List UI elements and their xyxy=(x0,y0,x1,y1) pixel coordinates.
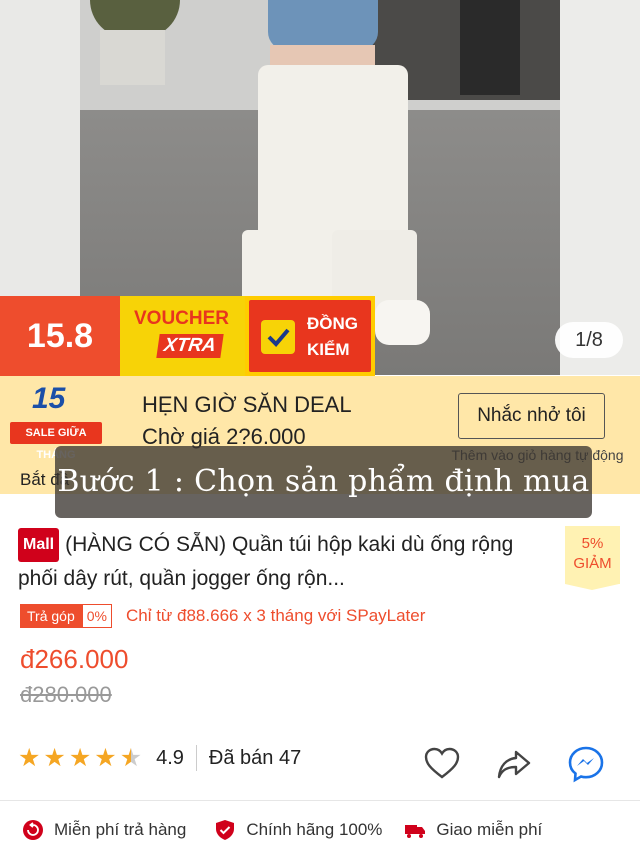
xtra-label: XTRA xyxy=(156,334,224,358)
star-icon: ★ xyxy=(94,744,117,772)
voucher-label: VOUCHER xyxy=(134,308,230,329)
shield-check-icon xyxy=(216,820,235,840)
promo-strip: 15.8 VOUCHER XTRA ĐỒNG KIỂM xyxy=(0,296,375,376)
return-icon xyxy=(23,820,43,840)
benefit-authentic[interactable]: Chính hãng 100% xyxy=(214,819,382,841)
rating-row[interactable]: ★ ★ ★ ★ ★ 4.9 Đã bán 47 xyxy=(18,743,301,773)
rating-stars: ★ ★ ★ ★ ★ xyxy=(18,743,142,773)
installment-rate: 0% xyxy=(81,604,112,628)
remind-me-button[interactable]: Nhắc nhở tôi xyxy=(458,393,605,439)
inspection-label-2: KIỂM xyxy=(307,340,350,359)
deal-title: HẸN GIỜ SĂN DEAL xyxy=(142,392,352,417)
truck-icon xyxy=(405,825,426,838)
benefit-free-return[interactable]: Miễn phí trả hàng xyxy=(22,819,186,841)
photo-planter xyxy=(100,30,165,85)
mall-badge: Mall xyxy=(18,528,60,562)
share-icon[interactable] xyxy=(494,744,534,784)
inspection-badge: ĐỒNG KIỂM xyxy=(245,296,375,376)
photo-shoe xyxy=(375,300,430,345)
promo-date: 15.8 xyxy=(0,296,120,376)
inspection-label-1: ĐỒNG xyxy=(307,314,358,333)
product-title: Mall (HÀNG CÓ SẴN) Quần túi hộp kaki dù ố… xyxy=(18,528,558,594)
step-caption-overlay: Bước 1 : Chọn sản phẩm định mua xyxy=(55,446,592,518)
star-icon: ★ xyxy=(68,744,92,772)
star-icon: ★ xyxy=(18,744,41,772)
product-name: (HÀNG CÓ SẴN) Quần túi hộp kaki dù ống r… xyxy=(18,533,514,590)
installment-offer[interactable]: Trả góp 0% Chỉ từ đ88.666 x 3 tháng với … xyxy=(20,604,425,628)
divider xyxy=(195,745,197,771)
photo-background xyxy=(560,0,640,375)
checkmark-icon xyxy=(261,320,295,354)
image-counter: 1/8 xyxy=(555,322,623,358)
half-star-icon: ★ xyxy=(119,744,143,772)
photo-top xyxy=(268,0,378,50)
voucher-xtra-badge: VOUCHER XTRA xyxy=(120,296,245,376)
installment-tag: Trả góp xyxy=(20,604,82,628)
star-icon: ★ xyxy=(43,744,66,772)
discount-badge: 5% GIẢM xyxy=(565,526,620,590)
installment-text: Chỉ từ đ88.666 x 3 tháng với SPayLater xyxy=(125,606,426,625)
messenger-icon[interactable] xyxy=(566,744,606,784)
original-price: đ280.000 xyxy=(20,682,112,707)
sold-count: Đã bán 47 xyxy=(208,746,302,769)
current-price: đ266.000 xyxy=(20,644,129,674)
rating-score: 4.9 xyxy=(156,746,184,769)
heart-icon[interactable] xyxy=(422,744,462,784)
mid-month-sale-logo: 15 SALE GIỮA THÁNG xyxy=(10,382,102,461)
section-divider xyxy=(0,800,640,801)
benefits-row: Miễn phí trả hàng Chính hãng 100% Giao m… xyxy=(0,810,640,850)
benefit-free-shipping[interactable]: Giao miễn phí xyxy=(404,819,542,841)
